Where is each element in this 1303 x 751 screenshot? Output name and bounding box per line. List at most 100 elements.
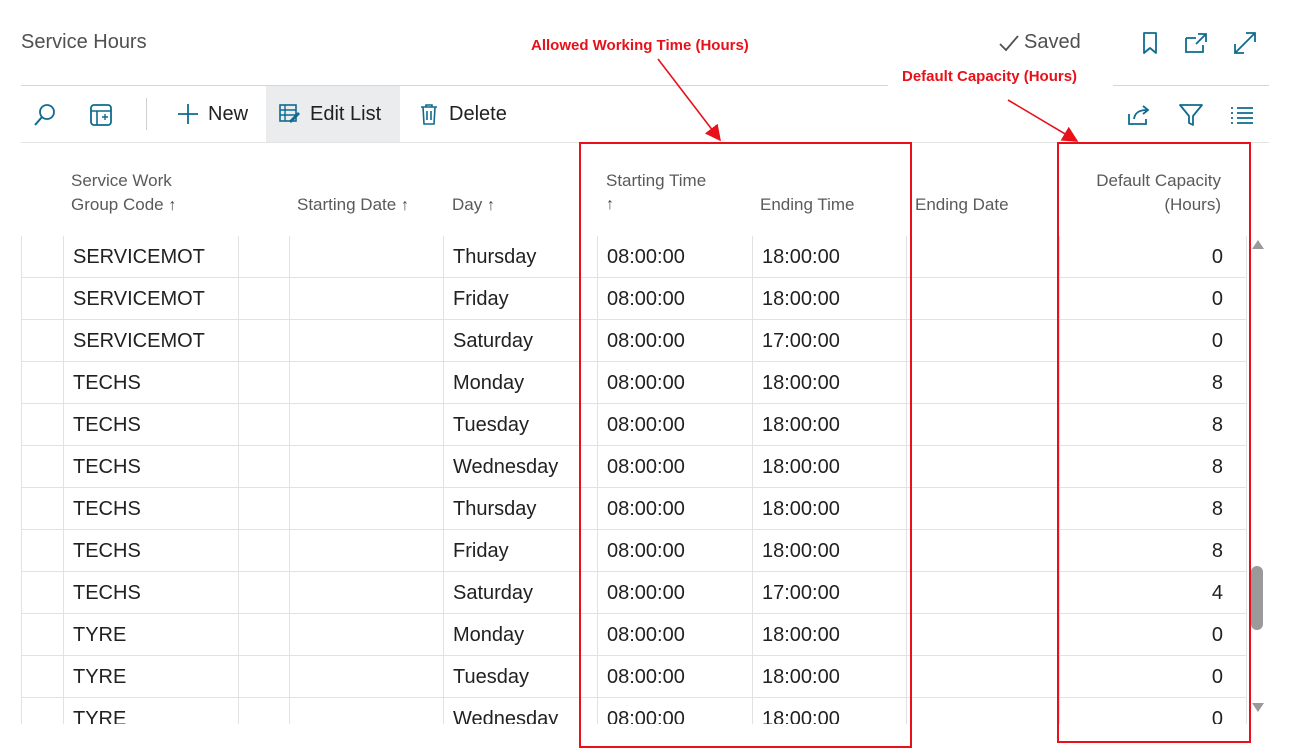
cell-starting-time[interactable]: 08:00:00: [607, 572, 747, 614]
cell-default-capacity[interactable]: 8: [1066, 530, 1223, 572]
delete-button[interactable]: Delete: [405, 86, 519, 142]
cell-starting-time[interactable]: 08:00:00: [607, 530, 747, 572]
cell-starting-time[interactable]: 08:00:00: [607, 488, 747, 530]
cell-group-code[interactable]: TYRE: [73, 698, 233, 724]
column-header-starting-date[interactable]: Starting Date ↑: [297, 193, 409, 218]
cell-group-code[interactable]: TECHS: [73, 404, 233, 446]
cell-starting-time[interactable]: 08:00:00: [607, 446, 747, 488]
cell-group-code[interactable]: TECHS: [73, 446, 233, 488]
cell-default-capacity[interactable]: 0: [1066, 278, 1223, 320]
cell-divider: [21, 656, 22, 698]
table-row[interactable]: SERVICEMOT Friday 08:00:00 18:00:00 0: [21, 278, 1247, 320]
cell-day[interactable]: Friday: [453, 530, 593, 572]
table-row[interactable]: TYRE Tuesday 08:00:00 18:00:00 0: [21, 656, 1247, 698]
table-row[interactable]: TYRE Wednesday 08:00:00 18:00:00 0: [21, 698, 1247, 724]
cell-starting-time[interactable]: 08:00:00: [607, 362, 747, 404]
cell-day[interactable]: Tuesday: [453, 404, 593, 446]
cell-ending-time[interactable]: 17:00:00: [762, 572, 902, 614]
cell-default-capacity[interactable]: 0: [1066, 656, 1223, 698]
cell-default-capacity[interactable]: 0: [1066, 320, 1223, 362]
cell-ending-time[interactable]: 17:00:00: [762, 320, 902, 362]
cell-default-capacity[interactable]: 8: [1066, 488, 1223, 530]
expand-icon[interactable]: [1232, 30, 1258, 56]
cell-day[interactable]: Thursday: [453, 488, 593, 530]
cell-starting-time[interactable]: 08:00:00: [607, 278, 747, 320]
column-header-default-capacity[interactable]: Default Capacity (Hours): [1040, 169, 1221, 217]
cell-divider: [1246, 614, 1247, 656]
cell-group-code[interactable]: TECHS: [73, 362, 233, 404]
vertical-scrollbar[interactable]: [1250, 236, 1264, 716]
cell-group-code[interactable]: TYRE: [73, 614, 233, 656]
cell-starting-time[interactable]: 08:00:00: [607, 320, 747, 362]
cell-day[interactable]: Wednesday: [453, 698, 593, 724]
table-row[interactable]: TECHS Wednesday 08:00:00 18:00:00 8: [21, 446, 1247, 488]
cell-ending-time[interactable]: 18:00:00: [762, 488, 902, 530]
table-row[interactable]: TECHS Friday 08:00:00 18:00:00 8: [21, 530, 1247, 572]
scroll-up-arrow-icon[interactable]: [1252, 240, 1264, 249]
scrollbar-thumb[interactable]: [1251, 566, 1263, 630]
cell-day[interactable]: Saturday: [453, 320, 593, 362]
cell-default-capacity[interactable]: 0: [1066, 698, 1223, 724]
cell-group-code[interactable]: TECHS: [73, 488, 233, 530]
cell-starting-time[interactable]: 08:00:00: [607, 236, 747, 278]
column-header-ending-date[interactable]: Ending Date: [915, 193, 1009, 217]
bookmark-icon[interactable]: [1137, 30, 1163, 56]
cell-ending-time[interactable]: 18:00:00: [762, 614, 902, 656]
filter-icon[interactable]: [1178, 102, 1204, 128]
cell-ending-time[interactable]: 18:00:00: [762, 698, 902, 724]
cell-group-code[interactable]: TYRE: [73, 656, 233, 698]
cell-day[interactable]: Saturday: [453, 572, 593, 614]
table-row[interactable]: TECHS Saturday 08:00:00 17:00:00 4: [21, 572, 1247, 614]
cell-divider: [906, 488, 907, 530]
column-header-ending-time[interactable]: Ending Time: [760, 193, 855, 217]
cell-day[interactable]: Monday: [453, 362, 593, 404]
table-row[interactable]: TECHS Monday 08:00:00 18:00:00 8: [21, 362, 1247, 404]
column-header-group-code[interactable]: Service Work Group Code ↑: [71, 169, 176, 218]
table-row[interactable]: TECHS Thursday 08:00:00 18:00:00 8: [21, 488, 1247, 530]
cell-starting-time[interactable]: 08:00:00: [607, 614, 747, 656]
cell-day[interactable]: Tuesday: [453, 656, 593, 698]
search-icon[interactable]: [32, 102, 58, 128]
cell-divider: [1059, 446, 1060, 488]
cell-default-capacity[interactable]: 4: [1066, 572, 1223, 614]
cell-ending-time[interactable]: 18:00:00: [762, 362, 902, 404]
cell-ending-time[interactable]: 18:00:00: [762, 236, 902, 278]
table-row[interactable]: TECHS Tuesday 08:00:00 18:00:00 8: [21, 404, 1247, 446]
cell-day[interactable]: Monday: [453, 614, 593, 656]
cell-group-code[interactable]: TECHS: [73, 530, 233, 572]
cell-default-capacity[interactable]: 8: [1066, 404, 1223, 446]
cell-divider: [1246, 488, 1247, 530]
cell-group-code[interactable]: SERVICEMOT: [73, 278, 233, 320]
table-row[interactable]: SERVICEMOT Saturday 08:00:00 17:00:00 0: [21, 320, 1247, 362]
column-header-starting-time[interactable]: Starting Time ↑: [606, 169, 706, 217]
cell-starting-time[interactable]: 08:00:00: [607, 698, 747, 724]
cell-group-code[interactable]: TECHS: [73, 572, 233, 614]
cell-default-capacity[interactable]: 8: [1066, 362, 1223, 404]
cell-ending-time[interactable]: 18:00:00: [762, 404, 902, 446]
cell-day[interactable]: Friday: [453, 278, 593, 320]
cell-default-capacity[interactable]: 8: [1066, 446, 1223, 488]
table-row[interactable]: TYRE Monday 08:00:00 18:00:00 0: [21, 614, 1247, 656]
cell-ending-time[interactable]: 18:00:00: [762, 656, 902, 698]
plus-icon: [178, 104, 198, 124]
cell-default-capacity[interactable]: 0: [1066, 236, 1223, 278]
cell-ending-time[interactable]: 18:00:00: [762, 278, 902, 320]
table-row[interactable]: SERVICEMOT Thursday 08:00:00 18:00:00 0: [21, 236, 1247, 278]
share-icon[interactable]: [1126, 102, 1152, 128]
column-header-day[interactable]: Day ↑: [452, 193, 495, 218]
layout-icon[interactable]: [88, 102, 114, 128]
scroll-down-arrow-icon[interactable]: [1252, 703, 1264, 712]
cell-starting-time[interactable]: 08:00:00: [607, 404, 747, 446]
open-new-window-icon[interactable]: [1183, 30, 1209, 56]
cell-ending-time[interactable]: 18:00:00: [762, 530, 902, 572]
cell-day[interactable]: Wednesday: [453, 446, 593, 488]
cell-group-code[interactable]: SERVICEMOT: [73, 320, 233, 362]
edit-list-button[interactable]: Edit List: [266, 86, 400, 142]
cell-starting-time[interactable]: 08:00:00: [607, 656, 747, 698]
cell-group-code[interactable]: SERVICEMOT: [73, 236, 233, 278]
new-button[interactable]: New: [164, 86, 260, 142]
list-icon[interactable]: [1229, 102, 1255, 128]
cell-default-capacity[interactable]: 0: [1066, 614, 1223, 656]
cell-ending-time[interactable]: 18:00:00: [762, 446, 902, 488]
cell-day[interactable]: Thursday: [453, 236, 593, 278]
